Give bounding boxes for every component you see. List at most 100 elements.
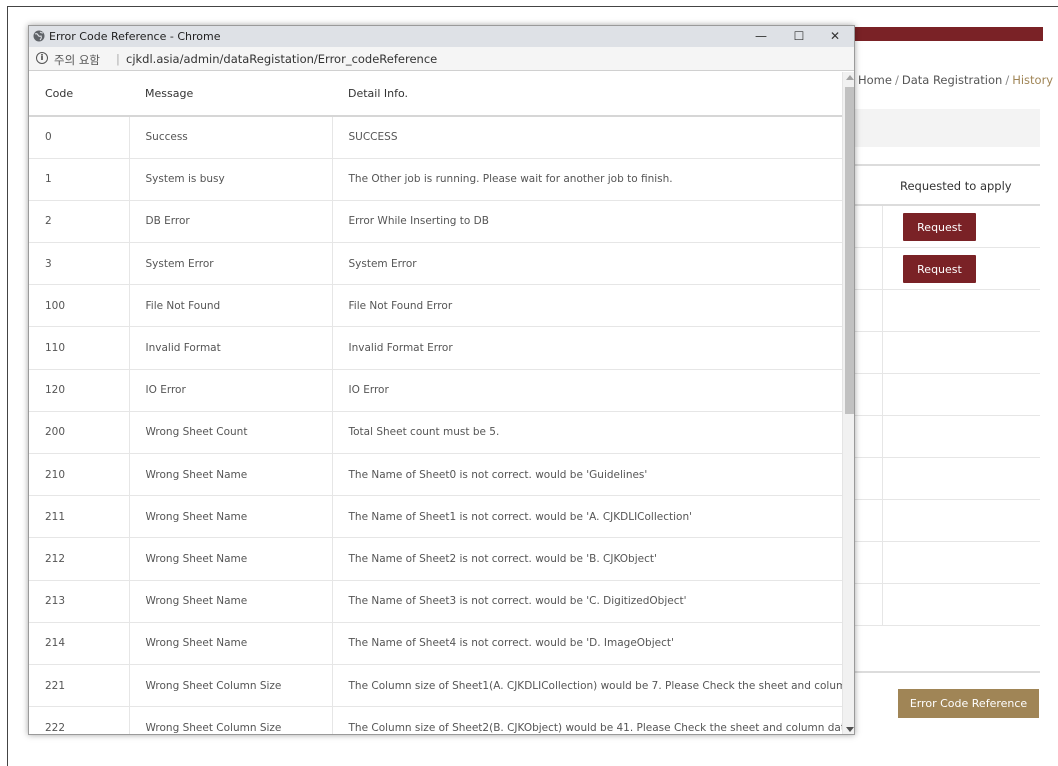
cell-detail: The Other job is running. Please wait fo… [331, 158, 842, 201]
cell-code: 210 [29, 453, 129, 497]
cell-detail: The Column size of Sheet1(A. CJKDLIColle… [331, 664, 842, 708]
security-warning[interactable]: 주의 요함 [54, 52, 100, 68]
table-row [855, 500, 1040, 542]
cell-detail: The Name of Sheet2 is not correct. would… [331, 537, 842, 581]
error-code-table-header: Code Message Detail Info. [29, 72, 842, 117]
table-row [855, 584, 1040, 626]
request-button[interactable]: Request [903, 213, 976, 241]
cell-code: 221 [29, 664, 129, 708]
cell-code: 120 [29, 369, 129, 412]
cell-detail: The Name of Sheet4 is not correct. would… [331, 622, 842, 665]
table-row: 213 Wrong Sheet Name The Name of Sheet3 is… [29, 580, 842, 623]
globe-icon [33, 30, 45, 42]
table-row: 120 IO Error IO Error [29, 369, 842, 412]
table-row: 210 Wrong Sheet Name The Name of Sheet0 is… [29, 453, 842, 497]
cell-code: 213 [29, 580, 129, 623]
address-separator: | [116, 52, 120, 66]
error-code-reference-button[interactable]: Error Code Reference [898, 689, 1039, 718]
table-row [855, 458, 1040, 500]
cell-detail: File Not Found Error [331, 284, 842, 328]
column-code: Code [29, 72, 129, 117]
error-code-rows: 0 Success SUCCESS 1 System is busy The Other … [29, 116, 842, 734]
cell-code: 0 [29, 116, 129, 159]
cell-message: Wrong Sheet Name [128, 622, 332, 665]
breadcrumb-home[interactable]: Home [858, 73, 892, 87]
cell-code: 1 [29, 158, 129, 201]
table-row [855, 542, 1040, 584]
cell-detail: The Name of Sheet3 is not correct. would… [331, 580, 842, 623]
table-row: 3 System Error System Error [29, 242, 842, 286]
address-bar[interactable]: i 주의 요함 | cjkdl.asia/admin/dataRegistati… [29, 47, 854, 71]
table-bottom-divider [855, 671, 1040, 673]
table-row: 0 Success SUCCESS [29, 116, 842, 159]
history-table-header: Requested to apply [855, 164, 1040, 206]
cell-code: 212 [29, 537, 129, 581]
cell-detail: System Error [331, 242, 842, 286]
table-row: Request [855, 206, 1040, 248]
table-row [855, 374, 1040, 416]
cell-detail: Error While Inserting to DB [331, 200, 842, 244]
cell-message: Wrong Sheet Count [128, 411, 332, 455]
maximize-icon[interactable]: ☐ [781, 26, 817, 47]
breadcrumb-separator: / [1005, 73, 1010, 87]
table-row: 211 Wrong Sheet Name The Name of Sheet1 is… [29, 495, 842, 539]
cell-message: DB Error [128, 200, 332, 244]
table-row: 222 Wrong Sheet Column Size The Column siz… [29, 706, 842, 734]
popup-content: Code Message Detail Info. 0 Success SUCCES… [29, 72, 842, 734]
cell-code: 214 [29, 622, 129, 665]
table-row: 221 Wrong Sheet Column Size The Column siz… [29, 664, 842, 708]
cell-message: Wrong Sheet Column Size [128, 706, 332, 734]
cell-detail: The Column size of Sheet2(B. CJKObject) … [331, 706, 842, 734]
cell-code: 211 [29, 495, 129, 539]
breadcrumb-separator: / [894, 73, 899, 87]
cell-detail: SUCCESS [331, 116, 842, 159]
info-icon[interactable]: i [36, 52, 48, 64]
cell-message: System is busy [128, 158, 332, 201]
breadcrumb-data-registration[interactable]: Data Registration [902, 73, 1002, 87]
cell-message: Wrong Sheet Name [128, 453, 332, 497]
breadcrumb-current: History [1012, 73, 1054, 87]
column-detail-info: Detail Info. [332, 72, 842, 117]
cell-message: System Error [128, 242, 332, 286]
table-row: Request [855, 248, 1040, 290]
cell-message: Wrong Sheet Name [128, 537, 332, 581]
scroll-up-icon[interactable] [846, 75, 854, 80]
window-titlebar[interactable]: Error Code Reference - Chrome — ☐ ✕ [29, 26, 854, 47]
cell-detail: The Name of Sheet0 is not correct. would… [331, 453, 842, 497]
table-row: 110 Invalid Format Invalid Format Error [29, 326, 842, 370]
cell-detail: The Name of Sheet1 is not correct. would… [331, 495, 842, 539]
cell-code: 222 [29, 706, 129, 734]
address-url[interactable]: cjkdl.asia/admin/dataRegistation/Error_c… [126, 52, 437, 66]
table-row [855, 416, 1040, 458]
table-row: 2 DB Error Error While Inserting to DB [29, 200, 842, 244]
cell-code: 200 [29, 411, 129, 455]
table-row: 212 Wrong Sheet Name The Name of Sheet2 is… [29, 537, 842, 581]
cell-code: 110 [29, 326, 129, 370]
table-row [855, 332, 1040, 374]
cell-detail: Invalid Format Error [331, 326, 842, 370]
cell-message: File Not Found [128, 284, 332, 328]
request-button[interactable]: Request [903, 255, 976, 283]
history-table: Requested to apply Request Request [855, 164, 1040, 626]
header-bar [855, 27, 1043, 41]
cell-message: Wrong Sheet Column Size [128, 664, 332, 708]
cell-message: Wrong Sheet Name [128, 495, 332, 539]
vertical-scrollbar[interactable] [842, 72, 854, 734]
scrollbar-thumb[interactable] [845, 87, 854, 414]
cell-detail: IO Error [331, 369, 842, 412]
cell-code: 2 [29, 200, 129, 244]
error-code-table: Code Message Detail Info. 0 Success SUCCES… [29, 72, 842, 734]
cell-message: IO Error [128, 369, 332, 412]
cell-detail: Total Sheet count must be 5. [331, 411, 842, 455]
scroll-down-icon[interactable] [846, 727, 854, 732]
cell-message: Invalid Format [128, 326, 332, 370]
table-row: 214 Wrong Sheet Name The Name of Sheet4 is… [29, 622, 842, 665]
minimize-icon[interactable]: — [743, 26, 779, 47]
close-icon[interactable]: ✕ [817, 26, 853, 47]
cell-message: Wrong Sheet Name [128, 580, 332, 623]
table-row: 200 Wrong Sheet Count Total Sheet count mu… [29, 411, 842, 455]
filter-band [855, 109, 1040, 147]
window-title: Error Code Reference - Chrome [49, 30, 221, 43]
table-row [855, 290, 1040, 332]
breadcrumb: Home / Data Registration / History [858, 73, 1053, 87]
